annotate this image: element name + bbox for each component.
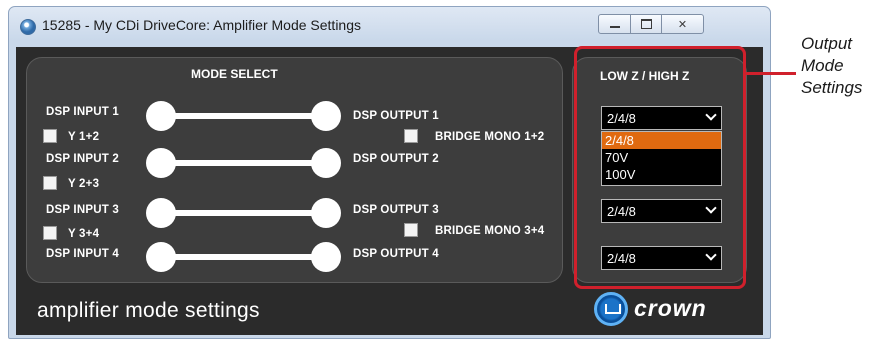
maximize-button[interactable] [630, 14, 662, 34]
mode-select-header: MODE SELECT [191, 67, 278, 81]
callout-label: Output Mode Settings [801, 33, 862, 99]
route-4-output-knob[interactable] [311, 242, 341, 272]
dsp-output-1-label: DSP OUTPUT 1 [353, 110, 439, 122]
title-bar[interactable]: 15285 - My CDi DriveCore: Amplifier Mode… [9, 7, 770, 41]
route-1-output-knob[interactable] [311, 101, 341, 131]
y-2-3-label: Y 2+3 [68, 178, 100, 190]
crown-logo-text: crown [634, 295, 707, 321]
route-4-input-knob[interactable] [146, 242, 176, 272]
callout-line-2: Mode [801, 56, 844, 75]
route-1-input-knob[interactable] [146, 101, 176, 131]
bridge-mono-1-2-checkbox[interactable] [404, 129, 418, 143]
callout-line-1: Output [801, 34, 853, 53]
close-icon: ✕ [677, 18, 688, 31]
callout-highlight-box [574, 46, 746, 289]
dsp-input-1-label: DSP INPUT 1 [46, 106, 119, 118]
minimize-icon [609, 26, 620, 28]
route-2-input-knob[interactable] [146, 148, 176, 178]
y-2-3-checkbox[interactable] [43, 176, 57, 190]
callout-line-3: Settings [801, 78, 863, 97]
close-button[interactable]: ✕ [661, 14, 704, 34]
y-1-2-label: Y 1+2 [68, 131, 100, 143]
callout-leader-line [746, 72, 796, 75]
dsp-output-3-label: DSP OUTPUT 3 [353, 204, 439, 216]
route-2-track [161, 160, 326, 166]
bridge-mono-3-4-label: BRIDGE MONO 3+4 [435, 225, 545, 237]
route-4-track [161, 254, 326, 260]
dsp-output-2-label: DSP OUTPUT 2 [353, 153, 439, 165]
route-3-track [161, 210, 326, 216]
minimize-button[interactable] [598, 14, 631, 34]
window-title: 15285 - My CDi DriveCore: Amplifier Mode… [42, 17, 362, 33]
y-1-2-checkbox[interactable] [43, 129, 57, 143]
route-1-track [161, 113, 326, 119]
y-3-4-checkbox[interactable] [43, 226, 57, 240]
bridge-mono-3-4-checkbox[interactable] [404, 223, 418, 237]
bridge-mono-1-2-label: BRIDGE MONO 1+2 [435, 131, 545, 143]
crown-logo-icon [594, 292, 628, 326]
footer-title: amplifier mode settings [37, 299, 260, 322]
dsp-input-2-label: DSP INPUT 2 [46, 153, 119, 165]
app-icon [20, 19, 36, 35]
route-3-output-knob[interactable] [311, 198, 341, 228]
route-2-output-knob[interactable] [311, 148, 341, 178]
dsp-output-4-label: DSP OUTPUT 4 [353, 248, 439, 260]
dsp-input-3-label: DSP INPUT 3 [46, 204, 119, 216]
maximize-icon [640, 19, 652, 29]
crown-icon [605, 304, 621, 314]
y-3-4-label: Y 3+4 [68, 228, 100, 240]
route-3-input-knob[interactable] [146, 198, 176, 228]
dsp-input-4-label: DSP INPUT 4 [46, 248, 119, 260]
